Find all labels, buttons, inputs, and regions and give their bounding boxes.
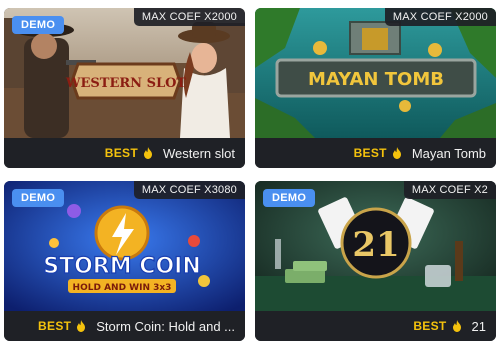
game-art-title: STORM COIN <box>43 254 201 279</box>
game-title: Mayan Tomb <box>411 145 486 161</box>
game-card-western-slot[interactable]: WESTERN SLOT DEMO MAX COEF X2000 BEST We… <box>4 8 245 168</box>
game-art-title: WESTERN SLOT <box>65 76 187 91</box>
card-info-bar: BEST Storm Coin: Hold and ... <box>4 311 245 341</box>
game-art-subtitle: HOLD AND WIN 3x3 <box>73 283 172 293</box>
best-label: BEST <box>104 146 138 160</box>
game-art-title: MAYAN TOMB <box>308 69 444 90</box>
card-info-bar: BEST 21 <box>255 311 496 341</box>
game-title: 21 <box>471 318 486 334</box>
game-card-storm-coin[interactable]: STORM COIN HOLD AND WIN 3x3 DEMO MAX COE… <box>4 181 245 341</box>
demo-badge[interactable]: DEMO <box>12 189 65 207</box>
flame-icon <box>143 147 152 159</box>
card-info-bar: BEST Western slot <box>4 138 245 168</box>
best-label: BEST <box>38 319 72 333</box>
best-label: BEST <box>353 146 387 160</box>
card-info-bar: BEST Mayan Tomb <box>255 138 496 168</box>
game-thumbnail[interactable]: MAYAN TOMB <box>255 8 496 138</box>
game-card-mayan-tomb[interactable]: MAYAN TOMB MAX COEF X2000 BEST Mayan Tom… <box>255 8 496 168</box>
best-label: BEST <box>413 319 447 333</box>
flame-icon <box>77 320 86 332</box>
max-coef-badge: MAX COEF X3080 <box>133 181 245 199</box>
flame-icon <box>392 147 401 159</box>
demo-badge[interactable]: DEMO <box>12 16 65 34</box>
demo-badge[interactable]: DEMO <box>263 189 316 207</box>
flame-icon <box>452 320 461 332</box>
max-coef-badge: MAX COEF X2000 <box>133 8 245 26</box>
game-art-title: 21 <box>352 225 399 265</box>
game-title: Storm Coin: Hold and ... <box>96 318 235 334</box>
max-coef-badge: MAX COEF X2 <box>403 181 496 199</box>
game-title: Western slot <box>162 145 235 161</box>
max-coef-badge: MAX COEF X2000 <box>384 8 496 26</box>
game-card-21[interactable]: 21 DEMO MAX COEF X2 BEST 21 <box>255 181 496 341</box>
